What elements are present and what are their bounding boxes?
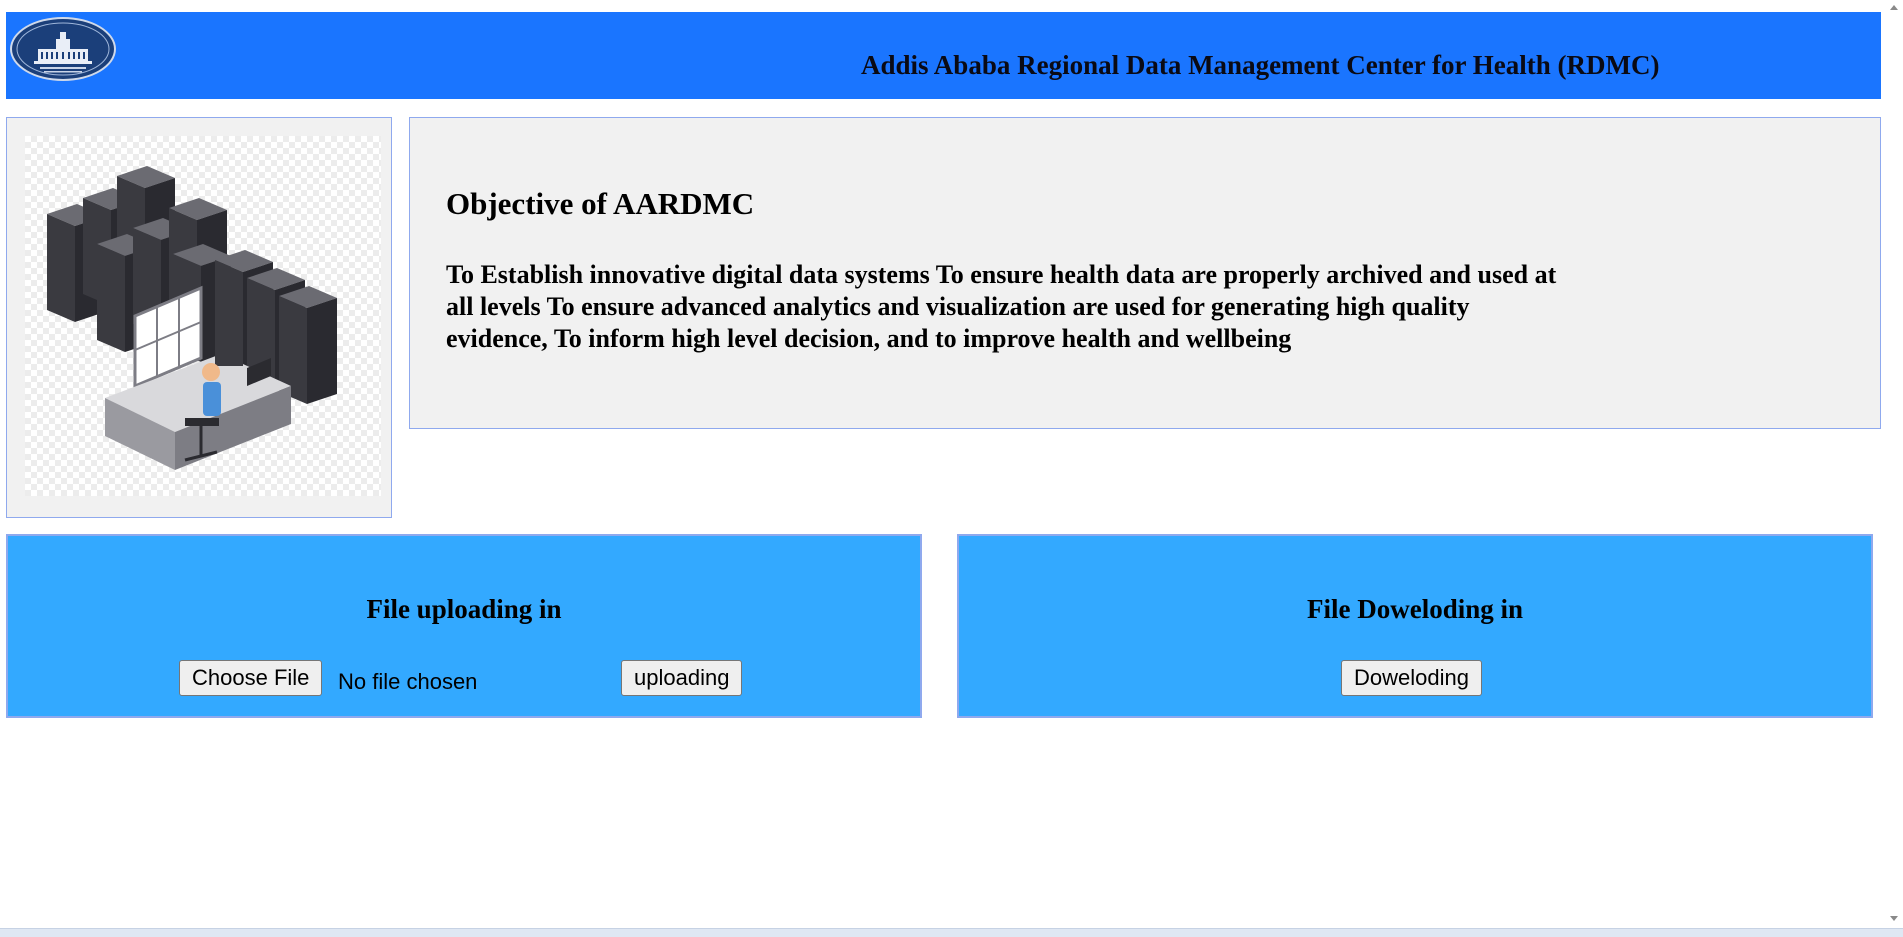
site-title: Addis Ababa Regional Data Management Cen… — [861, 50, 1660, 80]
illustration-panel — [6, 117, 392, 518]
upload-button[interactable]: uploading — [621, 660, 743, 696]
site-header: Addis Ababa Regional Data Management Cen… — [6, 12, 1881, 99]
upload-heading: File uploading in — [366, 594, 562, 624]
choose-file-button[interactable]: Choose File — [179, 660, 323, 696]
objective-panel: Objective of AARDMC To Establish innovat… — [409, 117, 1881, 429]
download-card: File Doweloding in Doweloding — [957, 534, 1873, 718]
upload-card: File uploading in Choose File No file ch… — [6, 534, 922, 718]
download-heading: File Doweloding in — [1306, 594, 1523, 624]
file-status-text: No file chosen — [338, 669, 478, 694]
building-seal-logo-icon[interactable] — [10, 17, 116, 81]
server-room-illustration-icon — [25, 136, 381, 496]
objective-text: To Establish innovative digital data sys… — [446, 260, 1557, 353]
scroll-up-icon[interactable] — [1890, 5, 1898, 10]
scroll-down-icon[interactable] — [1890, 916, 1898, 921]
vertical-scrollbar[interactable] — [1886, 0, 1903, 928]
download-button[interactable]: Doweloding — [1341, 660, 1482, 696]
objective-heading: Objective of AARDMC — [446, 186, 755, 221]
